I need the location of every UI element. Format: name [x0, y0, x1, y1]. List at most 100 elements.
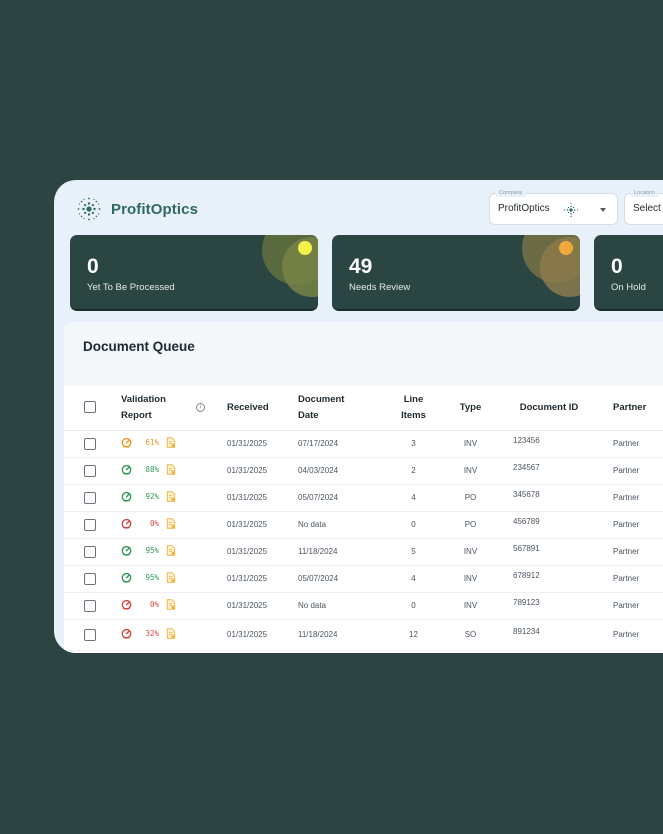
validation-report[interactable]: 61% [121, 437, 176, 448]
document-type: INV [446, 457, 495, 485]
select-all-checkbox[interactable] [84, 401, 96, 414]
received-date: 01/31/2025 [227, 457, 298, 485]
partner: Partner [603, 457, 663, 485]
table-row[interactable]: 88% 01/31/2025 04/03/2024 2 INV 234567 Partner [64, 457, 663, 485]
gauge-icon [121, 437, 132, 448]
row-checkbox[interactable] [84, 572, 96, 585]
stat-label: Yet To Be Processed [87, 282, 175, 293]
table-row[interactable]: 32% 01/31/2025 11/18/2024 12 SO 891234 Partner [64, 619, 663, 651]
document-id-text: 891234 [513, 627, 540, 636]
info-icon[interactable]: i [196, 403, 205, 413]
received-date: 01/31/2025 [227, 619, 298, 651]
received-date: 01/31/2025 [227, 592, 298, 620]
document-icon[interactable] [166, 628, 176, 639]
received-date: 01/31/2025 [227, 430, 298, 458]
validation-report[interactable]: 95% [121, 545, 176, 556]
document-date: No data [298, 511, 381, 539]
company-select-label: Company [496, 189, 526, 197]
document-date: 11/18/2024 [298, 538, 381, 566]
stat-label: Needs Review [349, 282, 411, 293]
header-document-id[interactable]: Document ID [495, 386, 603, 431]
validation-percent: 92% [145, 492, 159, 501]
document-icon[interactable] [166, 599, 176, 610]
row-checkbox[interactable] [84, 464, 96, 477]
header-line-items[interactable]: Line Items [381, 386, 446, 431]
validation-percent: 88% [145, 465, 159, 474]
row-checkbox[interactable] [84, 518, 96, 531]
line-items: 4 [381, 484, 446, 512]
table-row[interactable]: 92% 01/31/2025 05/07/2024 4 PO 345678 Partner [64, 484, 663, 512]
header-received[interactable]: Received [227, 386, 298, 431]
table-row[interactable]: 0% 01/31/2025 No data 0 PO 456789 Partner [64, 511, 663, 539]
received-date: 01/31/2025 [227, 511, 298, 539]
partner: Partner [603, 592, 663, 620]
document-id[interactable]: 789123 [495, 592, 603, 620]
table-row[interactable]: 95% 01/31/2025 05/07/2024 4 INV 678912 Partner [64, 565, 663, 593]
table-row[interactable]: 95% 01/31/2025 11/18/2024 5 INV 567891 Partner [64, 538, 663, 566]
row-checkbox[interactable] [84, 599, 96, 612]
company-select[interactable]: Company ProfitOptics [489, 189, 618, 225]
line-items: 5 [381, 538, 446, 566]
validation-report[interactable]: 95% [121, 572, 176, 583]
document-id[interactable]: 345678 [495, 484, 603, 512]
validation-percent: 61% [145, 438, 159, 447]
table-row[interactable]: 61% 01/31/2025 07/17/2024 3 INV 123456 Partner [64, 430, 663, 458]
gauge-icon [121, 572, 132, 583]
document-id[interactable]: 567891 [495, 538, 603, 566]
document-type: INV [446, 592, 495, 620]
row-checkbox[interactable] [84, 545, 96, 558]
stat-card-yet-to-be-processed[interactable]: 0 Yet To Be Processed [70, 235, 318, 311]
document-id-text: 345678 [513, 490, 540, 499]
table-header-row: Validation Report i Received Document Da… [64, 386, 663, 431]
document-id[interactable]: 678912 [495, 565, 603, 593]
document-date: 07/17/2024 [298, 430, 381, 458]
validation-percent: 95% [145, 573, 159, 582]
stat-label: On Hold [611, 282, 646, 293]
row-checkbox[interactable] [84, 437, 96, 450]
validation-report[interactable]: 92% [121, 491, 176, 502]
document-id-text: 567891 [513, 544, 540, 553]
row-checkbox[interactable] [84, 628, 96, 641]
row-checkbox[interactable] [84, 491, 96, 504]
line-items: 0 [381, 511, 446, 539]
document-icon[interactable] [166, 437, 176, 448]
panel-title: Document Queue [83, 339, 195, 354]
stat-value: 0 [611, 255, 623, 278]
document-id[interactable]: 456789 [495, 511, 603, 539]
gauge-icon [121, 491, 132, 502]
document-id[interactable]: 123456 [495, 430, 603, 458]
validation-report[interactable]: 0% [121, 599, 176, 610]
document-icon[interactable] [166, 572, 176, 583]
header-document-date[interactable]: Document Date [298, 386, 381, 431]
document-type: PO [446, 484, 495, 512]
document-type: INV [446, 430, 495, 458]
document-id-text: 789123 [513, 598, 540, 607]
chevron-down-icon [600, 208, 606, 212]
document-icon[interactable] [166, 464, 176, 475]
document-icon[interactable] [166, 518, 176, 529]
line-items: 2 [381, 457, 446, 485]
table-row[interactable]: 0% 01/31/2025 No data 0 INV 789123 Partner [64, 592, 663, 620]
document-id-text: 234567 [513, 463, 540, 472]
validation-percent: 95% [145, 546, 159, 555]
validation-report[interactable]: 88% [121, 464, 176, 475]
document-type: SO [446, 619, 495, 651]
document-id-text: 456789 [513, 517, 540, 526]
document-id[interactable]: 891234 [495, 619, 603, 651]
company-logo-icon [563, 202, 579, 218]
brand-logo[interactable]: ProfitOptics [74, 194, 198, 224]
header-validation[interactable]: Validation Report i [121, 386, 227, 431]
document-icon[interactable] [166, 545, 176, 556]
stat-card-needs-review[interactable]: 49 Needs Review [332, 235, 580, 311]
validation-report[interactable]: 32% [121, 628, 176, 639]
stat-card-on-hold[interactable]: 0 On Hold [594, 235, 663, 311]
validation-report[interactable]: 0% [121, 518, 176, 529]
document-id[interactable]: 234567 [495, 457, 603, 485]
gauge-icon [121, 599, 132, 610]
header-partner[interactable]: Partner [603, 386, 663, 431]
header-type[interactable]: Type [446, 386, 495, 431]
document-icon[interactable] [166, 491, 176, 502]
location-select[interactable]: Location Select [624, 189, 663, 225]
document-queue-panel: Document Queue Validation Report i Recei… [64, 322, 663, 653]
gauge-icon [121, 545, 132, 556]
